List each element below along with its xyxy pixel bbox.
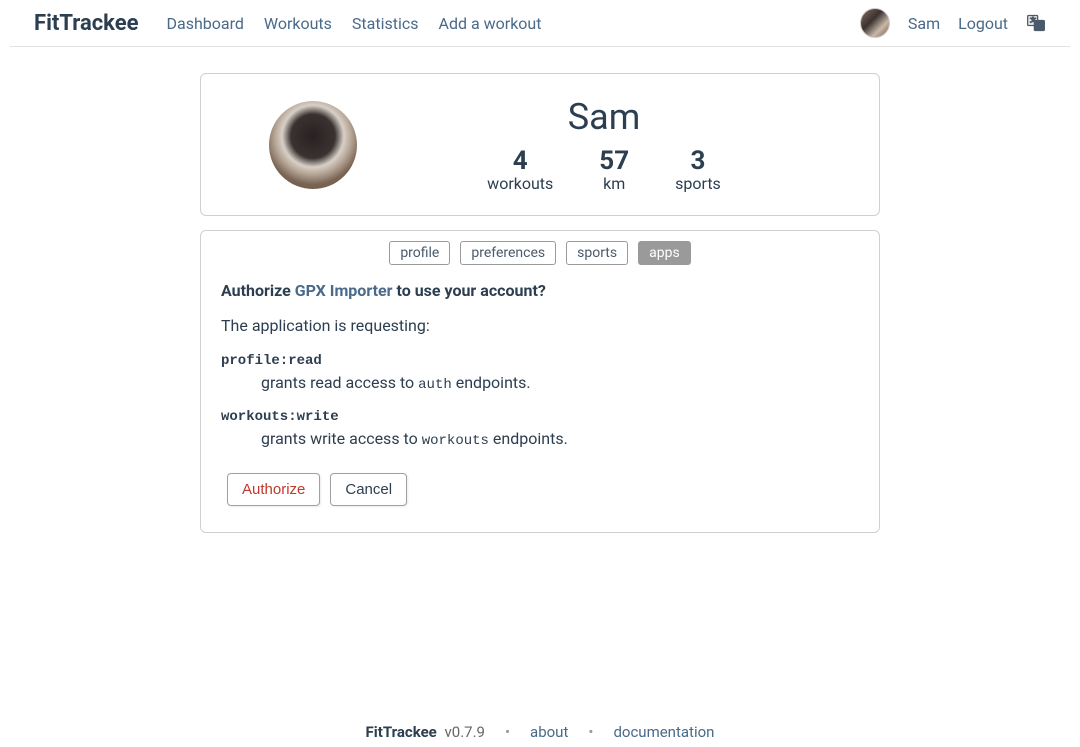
- nav-links: Dashboard Workouts Statistics Add a work…: [166, 14, 859, 33]
- authorize-button[interactable]: Authorize: [227, 473, 320, 506]
- scope-desc-code: auth: [418, 377, 452, 393]
- stat-km-label: km: [603, 174, 625, 193]
- scope-workouts-write: workouts:write grants write access to wo…: [221, 409, 859, 449]
- profile-name: Sam: [568, 96, 641, 138]
- stat-workouts-label: workouts: [487, 174, 553, 193]
- authorize-suffix: to use your account?: [393, 281, 546, 300]
- profile-info: Sam 4 workouts 57 km 3 sports: [357, 96, 851, 193]
- brand-logo[interactable]: FitTrackee: [34, 11, 138, 36]
- footer: FitTrackee v0.7.9 • about • documentatio…: [0, 711, 1080, 747]
- authorize-title: Authorize GPX Importer to use your accou…: [221, 281, 859, 300]
- profile-card: Sam 4 workouts 57 km 3 sports: [200, 73, 880, 216]
- navbar: FitTrackee Dashboard Workouts Statistics…: [10, 0, 1070, 47]
- stat-workouts-value: 4: [513, 146, 528, 176]
- stat-sports-value: 3: [691, 146, 706, 176]
- button-row: Authorize Cancel: [227, 473, 859, 506]
- authorize-card: profile preferences sports apps Authoriz…: [200, 230, 880, 533]
- main-content: Sam 4 workouts 57 km 3 sports profile pr…: [0, 47, 1080, 533]
- footer-about-link[interactable]: about: [530, 723, 568, 741]
- footer-separator: •: [588, 723, 593, 741]
- stat-km-value: 57: [599, 146, 629, 176]
- scope-desc: grants write access to workouts endpoint…: [261, 429, 859, 449]
- tab-sports[interactable]: sports: [566, 241, 628, 265]
- footer-documentation-link[interactable]: documentation: [613, 723, 714, 741]
- footer-brand-name: FitTrackee: [366, 723, 437, 741]
- nav-logout[interactable]: Logout: [958, 14, 1008, 33]
- language-icon[interactable]: 文 A: [1026, 13, 1046, 33]
- scope-name: workouts:write: [221, 409, 859, 425]
- nav-statistics[interactable]: Statistics: [352, 14, 419, 33]
- nav-add-workout[interactable]: Add a workout: [439, 14, 542, 33]
- footer-separator: •: [505, 723, 510, 741]
- profile-avatar: [269, 101, 357, 189]
- scope-profile-read: profile:read grants read access to auth …: [221, 353, 859, 393]
- authorize-prefix: Authorize: [221, 281, 295, 300]
- svg-text:A: A: [1037, 24, 1041, 30]
- nav-user[interactable]: Sam: [908, 14, 940, 33]
- scope-desc-suffix: endpoints.: [489, 429, 568, 448]
- stat-workouts: 4 workouts: [487, 146, 553, 193]
- requesting-text: The application is requesting:: [221, 316, 859, 335]
- scope-desc-prefix: grants write access to: [261, 429, 422, 448]
- stat-sports-label: sports: [675, 174, 721, 193]
- scope-desc: grants read access to auth endpoints.: [261, 373, 859, 393]
- avatar[interactable]: [860, 8, 890, 38]
- tab-apps[interactable]: apps: [638, 241, 691, 265]
- nav-dashboard[interactable]: Dashboard: [166, 14, 243, 33]
- tab-profile[interactable]: profile: [389, 241, 450, 265]
- scope-name: profile:read: [221, 353, 859, 369]
- tab-preferences[interactable]: preferences: [460, 241, 556, 265]
- scope-desc-suffix: endpoints.: [452, 373, 531, 392]
- footer-version: v0.7.9: [445, 723, 485, 741]
- stats-row: 4 workouts 57 km 3 sports: [487, 146, 721, 193]
- nav-right: Sam Logout 文 A: [860, 8, 1046, 38]
- cancel-button[interactable]: Cancel: [330, 473, 407, 506]
- app-name-link[interactable]: GPX Importer: [295, 281, 393, 300]
- stat-km: 57 km: [599, 146, 629, 193]
- svg-text:文: 文: [1030, 16, 1036, 24]
- profile-tabs: profile preferences sports apps: [221, 241, 859, 265]
- scope-desc-code: workouts: [422, 433, 489, 449]
- footer-brand: FitTrackee v0.7.9: [366, 723, 485, 741]
- stat-sports: 3 sports: [675, 146, 721, 193]
- nav-workouts[interactable]: Workouts: [264, 14, 332, 33]
- scope-desc-prefix: grants read access to: [261, 373, 418, 392]
